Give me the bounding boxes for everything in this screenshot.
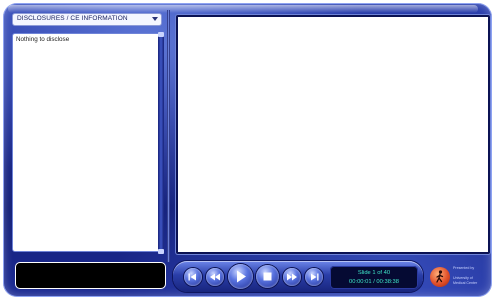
notes-panel: Nothing to disclose <box>12 33 163 252</box>
fast-forward-icon <box>287 273 297 281</box>
slide-counter: Slide 1 of 40 <box>357 270 391 276</box>
logo-line-1: Presented by <box>453 266 475 270</box>
topic-dropdown-value: DISCLOSURES / CE INFORMATION <box>17 15 128 22</box>
column-divider <box>167 10 170 262</box>
stop-icon <box>263 272 272 281</box>
slide-viewer <box>176 15 490 254</box>
time-display: 00:00:01 / 00:38:38 <box>349 279 399 285</box>
notes-scrollbar[interactable] <box>158 32 164 254</box>
skip-to-start-icon <box>188 273 196 281</box>
logo-line-3: Medical Center <box>453 281 478 285</box>
caption-box <box>15 262 166 289</box>
progress-readout: Slide 1 of 40 00:00:01 / 00:38:38 <box>330 266 418 289</box>
last-slide-button[interactable] <box>305 268 323 286</box>
play-button[interactable] <box>228 264 253 289</box>
topic-dropdown[interactable]: DISCLOSURES / CE INFORMATION <box>12 13 162 26</box>
rewind-icon <box>210 273 220 281</box>
presenter-logo-emblem <box>430 267 450 287</box>
fast-forward-button[interactable] <box>283 268 301 286</box>
rewind-button[interactable] <box>206 268 224 286</box>
play-icon <box>237 270 246 283</box>
frame-gloss <box>8 5 478 13</box>
chevron-down-icon[interactable] <box>152 17 158 21</box>
runner-figure-icon <box>436 270 444 283</box>
skip-to-end-icon <box>311 273 319 281</box>
notes-text: Nothing to disclose <box>16 36 70 43</box>
first-slide-button[interactable] <box>184 268 202 286</box>
scroll-down-arrow[interactable] <box>158 249 164 254</box>
stop-button[interactable] <box>256 265 279 288</box>
logo-line-2: University of <box>453 276 473 280</box>
presenter-logo: Presented by University of Medical Cente… <box>428 264 486 290</box>
scroll-up-arrow[interactable] <box>158 32 164 37</box>
